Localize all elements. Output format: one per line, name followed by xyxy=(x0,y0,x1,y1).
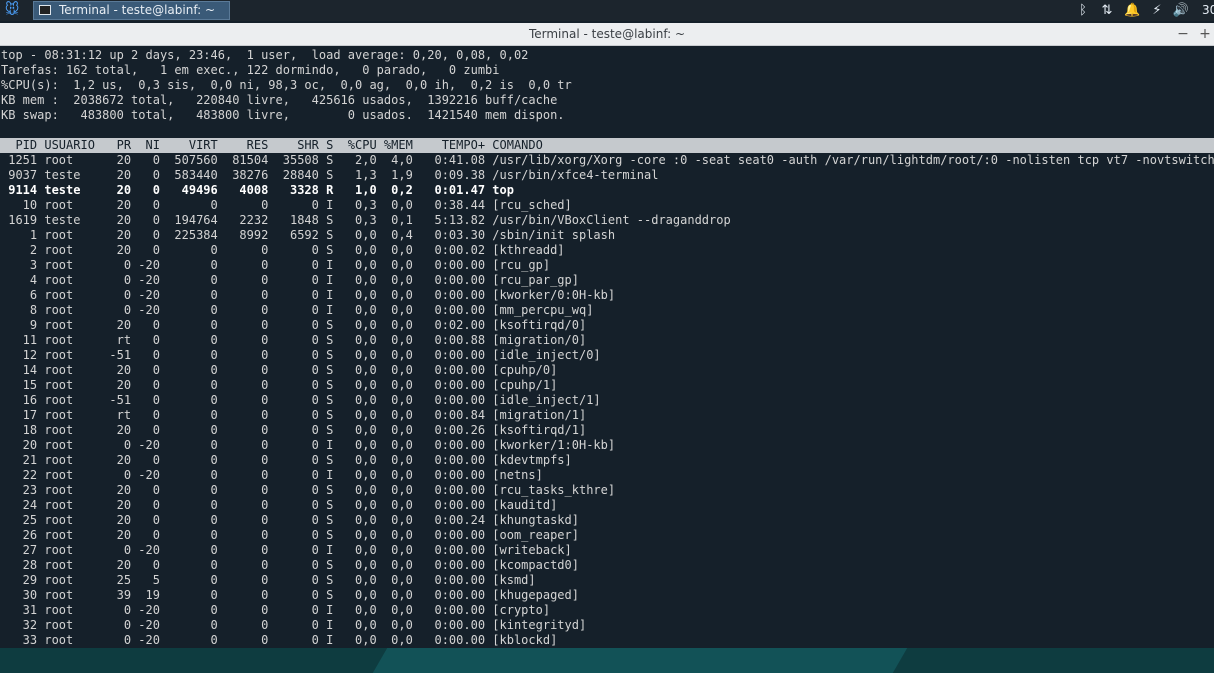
process-table-header-text: PID USUARIO PR NI VIRT RES SHR S %CPU %M… xyxy=(1,138,543,152)
taskbar-terminal-button[interactable]: Terminal - teste@labinf: ~ xyxy=(33,1,230,20)
terminal-icon xyxy=(39,5,51,15)
summary-line-cpu: %CPU(s): 1,2 us, 0,3 sis, 0,0 ni, 98,3 o… xyxy=(1,78,572,92)
process-row: 32 root 0 -20 0 0 0 I 0,0 0,0 0:00.00 [k… xyxy=(1,618,587,632)
process-row: 4 root 0 -20 0 0 0 I 0,0 0,0 0:00.00 [rc… xyxy=(1,273,579,287)
process-row: 18 root 20 0 0 0 0 S 0,0 0,0 0:00.26 [ks… xyxy=(1,423,587,437)
terminal-area[interactable]: top - 08:31:12 up 2 days, 23:46, 1 user,… xyxy=(0,46,1214,648)
process-row: 25 root 20 0 0 0 0 S 0,0 0,0 0:00.24 [kh… xyxy=(1,513,579,527)
bluetooth-icon[interactable]: ᛒ xyxy=(1076,0,1090,21)
desktop-background xyxy=(0,648,1214,673)
window-title: Terminal - teste@labinf: ~ xyxy=(528,27,686,41)
minimize-button[interactable]: − xyxy=(1175,23,1191,45)
process-row: 21 root 20 0 0 0 0 S 0,0 0,0 0:00.00 [kd… xyxy=(1,453,572,467)
process-row: 6 root 0 -20 0 0 0 I 0,0 0,0 0:00.00 [kw… xyxy=(1,288,616,302)
xfce-mouse-icon[interactable]: 🐭 xyxy=(3,2,21,19)
process-row: 1619 teste 20 0 194764 2232 1848 S 0,3 0… xyxy=(1,213,731,227)
process-row: 9 root 20 0 0 0 0 S 0,0 0,0 0:02.00 [kso… xyxy=(1,318,587,332)
wallpaper-shape xyxy=(372,648,908,673)
process-row: 2 root 20 0 0 0 0 S 0,0 0,0 0:00.02 [kth… xyxy=(1,243,565,257)
maximize-button[interactable]: + xyxy=(1197,23,1213,45)
process-row: 22 root 0 -20 0 0 0 I 0,0 0,0 0:00.00 [n… xyxy=(1,468,543,482)
process-row: 1 root 20 0 225384 8992 6592 S 0,0 0,4 0… xyxy=(1,228,616,242)
top-panel: 🐭 Terminal - teste@labinf: ~ ᛒ ⇅ 🔔 ⚡ 🔊 3… xyxy=(0,0,1214,21)
process-row: 9114 teste 20 0 49496 4008 3328 R 1,0 0,… xyxy=(1,183,514,197)
power-icon[interactable]: ⚡ xyxy=(1148,0,1166,21)
process-table-header: PID USUARIO PR NI VIRT RES SHR S %CPU %M… xyxy=(0,138,1214,153)
process-row: 26 root 20 0 0 0 0 S 0,0 0,0 0:00.00 [oo… xyxy=(1,528,579,542)
network-icon[interactable]: ⇅ xyxy=(1098,0,1116,21)
process-row: 24 root 20 0 0 0 0 S 0,0 0,0 0:00.00 [ka… xyxy=(1,498,558,512)
process-row: 31 root 0 -20 0 0 0 I 0,0 0,0 0:00.00 [c… xyxy=(1,603,551,617)
process-row: 15 root 20 0 0 0 0 S 0,0 0,0 0:00.00 [cp… xyxy=(1,378,558,392)
process-row: 11 root rt 0 0 0 0 S 0,0 0,0 0:00.88 [mi… xyxy=(1,333,587,347)
process-row: 33 root 0 -20 0 0 0 I 0,0 0,0 0:00.00 [k… xyxy=(1,633,558,647)
window-titlebar[interactable]: Terminal - teste@labinf: ~ − + xyxy=(0,23,1214,46)
process-row: 9037 teste 20 0 583440 38276 28840 S 1,3… xyxy=(1,168,659,182)
process-row: 14 root 20 0 0 0 0 S 0,0 0,0 0:00.00 [cp… xyxy=(1,363,558,377)
process-row: 8 root 0 -20 0 0 0 I 0,0 0,0 0:00.00 [mm… xyxy=(1,303,594,317)
clock[interactable]: 30 xyxy=(1202,0,1214,21)
process-row: 23 root 20 0 0 0 0 S 0,0 0,0 0:00.00 [rc… xyxy=(1,483,616,497)
process-row: 29 root 25 5 0 0 0 S 0,0 0,0 0:00.00 [ks… xyxy=(1,573,536,587)
process-row: 28 root 20 0 0 0 0 S 0,0 0,0 0:00.00 [kc… xyxy=(1,558,579,572)
process-row: 27 root 0 -20 0 0 0 I 0,0 0,0 0:00.00 [w… xyxy=(1,543,572,557)
volume-icon[interactable]: 🔊 xyxy=(1172,0,1190,21)
process-row: 20 root 0 -20 0 0 0 I 0,0 0,0 0:00.00 [k… xyxy=(1,438,616,452)
process-row: 30 root 39 19 0 0 0 S 0,0 0,0 0:00.00 [k… xyxy=(1,588,579,602)
process-row: 16 root -51 0 0 0 0 S 0,0 0,0 0:00.00 [i… xyxy=(1,393,601,407)
process-row: 12 root -51 0 0 0 0 S 0,0 0,0 0:00.00 [i… xyxy=(1,348,601,362)
taskbar-terminal-label: Terminal - teste@labinf: ~ xyxy=(59,3,216,17)
summary-line-swap: KB swap: 483800 total, 483800 livre, 0 u… xyxy=(1,108,565,122)
process-row: 10 root 20 0 0 0 0 I 0,3 0,0 0:38.44 [rc… xyxy=(1,198,572,212)
summary-line-tasks: Tarefas: 162 total, 1 em exec., 122 dorm… xyxy=(1,63,500,77)
process-row: 17 root rt 0 0 0 0 S 0,0 0,0 0:00.84 [mi… xyxy=(1,408,587,422)
process-row: 1251 root 20 0 507560 81504 35508 S 2,0 … xyxy=(1,153,1214,167)
process-row: 3 root 0 -20 0 0 0 I 0,0 0,0 0:00.00 [rc… xyxy=(1,258,551,272)
summary-line-mem: KB mem : 2038672 total, 220840 livre, 42… xyxy=(1,93,558,107)
notification-bell-icon[interactable]: 🔔 xyxy=(1124,0,1140,21)
summary-line-uptime: top - 08:31:12 up 2 days, 23:46, 1 user,… xyxy=(1,48,529,62)
